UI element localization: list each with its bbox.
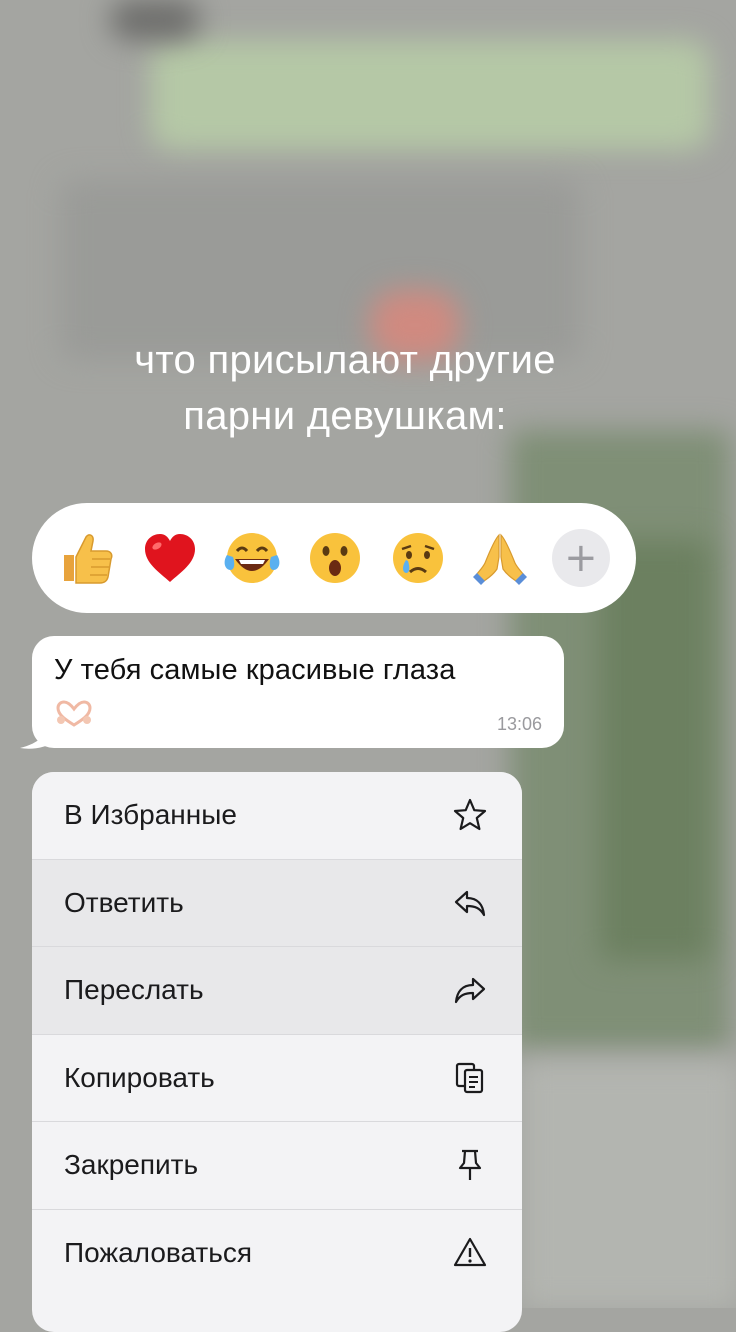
surprised-face-icon[interactable] (304, 527, 366, 589)
menu-item-label: Закрепить (64, 1149, 199, 1181)
more-reactions-button[interactable]: + (551, 529, 610, 587)
context-menu: В Избранные Ответить Переслать Копироват… (32, 772, 522, 1332)
menu-item-pin[interactable]: Закрепить (32, 1122, 522, 1210)
reply-icon (450, 883, 490, 923)
menu-item-copy[interactable]: Копировать (32, 1034, 522, 1122)
menu-item-label: Копировать (64, 1061, 215, 1093)
caption-line-1: что присылают другие (134, 338, 556, 382)
blurred-outgoing-bubble (150, 40, 710, 150)
menu-item-reply[interactable]: Ответить (32, 859, 522, 947)
crying-face-icon[interactable] (387, 527, 449, 589)
thumbs-up-icon[interactable] (56, 527, 118, 589)
menu-item-report[interactable]: Пожаловаться (32, 1209, 522, 1297)
caption-line-2: парни девушкам: (183, 394, 507, 438)
menu-item-label: Пожаловаться (64, 1237, 253, 1269)
message-time: 13:06 (496, 714, 542, 734)
message-bubble[interactable]: У тебя самые красивые глаза 13:06 (32, 636, 564, 748)
plus-icon: + (564, 535, 598, 581)
pin-icon (450, 1145, 490, 1185)
menu-item-label: Переслать (64, 974, 204, 1006)
folded-hands-icon[interactable] (469, 527, 531, 589)
red-heart-icon[interactable] (139, 527, 201, 589)
copy-icon (450, 1058, 490, 1098)
message-text: У тебя самые красивые глаза (54, 654, 456, 686)
overlay-caption: что присылают другие парни девушкам: (0, 332, 690, 444)
heart-hands-icon (56, 700, 92, 727)
warning-icon (450, 1233, 490, 1273)
tears-of-joy-icon[interactable] (221, 527, 283, 589)
blurred-top-element (110, 0, 200, 40)
menu-item-label: В Избранные (64, 799, 237, 831)
reaction-bar: + (32, 503, 636, 613)
menu-item-label: Ответить (64, 886, 184, 918)
forward-icon (450, 970, 490, 1010)
star-icon (450, 795, 490, 835)
blurred-background-area (520, 1060, 736, 1308)
menu-item-forward[interactable]: Переслать (32, 947, 522, 1035)
menu-item-favorites[interactable]: В Избранные (32, 772, 522, 860)
blurred-photo-detail (600, 540, 710, 960)
